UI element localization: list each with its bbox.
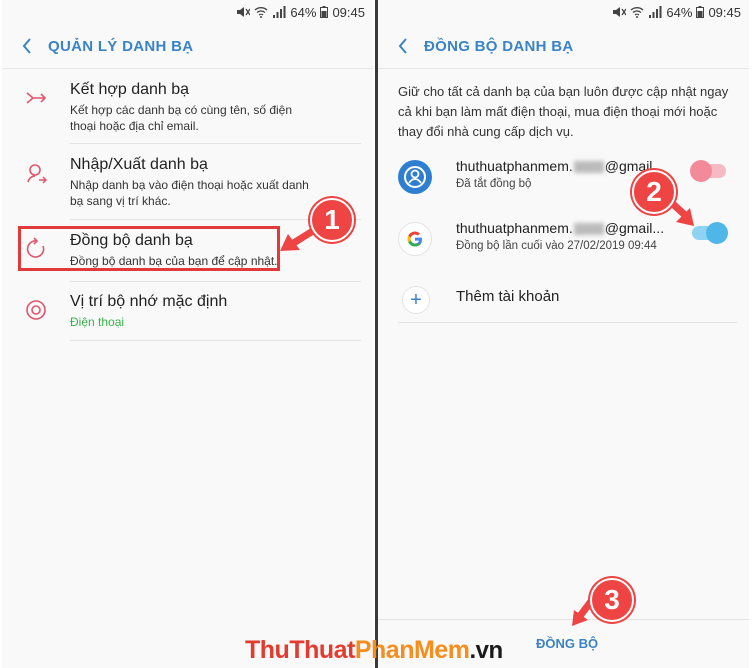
add-account-label: Thêm tài khoản xyxy=(456,288,560,305)
menu-item-title: Vị trí bộ nhớ mặc định xyxy=(70,293,228,310)
account-name-prefix: thuthuatphanmem. xyxy=(456,158,573,174)
account-name-suffix: @gmail... xyxy=(604,220,665,236)
back-button[interactable] xyxy=(394,37,412,55)
battery-percent: 64% xyxy=(666,4,693,20)
menu-item-subtitle: Nhập danh bạ vào điện thoại hoặc xuất da… xyxy=(70,178,309,208)
storage-icon xyxy=(26,300,46,320)
chevron-left-icon xyxy=(22,38,31,54)
page-title: ĐỒNG BỘ DANH BẠ xyxy=(424,37,574,55)
signal-icon xyxy=(649,6,662,18)
google-icon xyxy=(398,222,432,256)
status-bar: 64% 09:45 xyxy=(2,0,373,24)
battery-icon xyxy=(320,6,329,18)
account-name: thuthuatphanmem. @gmail... xyxy=(456,158,664,174)
toggle-knob xyxy=(706,222,728,244)
sync-description: Giữ cho tất cả danh bạ của bạn luôn được… xyxy=(398,84,729,139)
menu-item-default-storage[interactable]: Vị trí bộ nhớ mặc định Điện thoại xyxy=(2,292,373,330)
signal-icon xyxy=(273,6,286,18)
watermark-part: .vn xyxy=(469,637,503,664)
callout-badge: 2 xyxy=(632,170,676,214)
toggle-knob xyxy=(690,160,712,182)
back-button[interactable] xyxy=(18,37,36,55)
account-sync-status: Đã tắt đồng bộ xyxy=(456,178,532,190)
mute-icon xyxy=(613,7,627,17)
menu-item-import-export[interactable]: Nhập/Xuất danh bạ Nhập danh bạ vào điện … xyxy=(2,155,373,209)
callout-badge: 3 xyxy=(590,578,634,622)
status-bar: 64% 09:45 xyxy=(378,0,749,24)
menu-item-title: Nhập/Xuất danh bạ xyxy=(70,156,208,173)
watermark-part: ThuThuat xyxy=(245,636,355,664)
app-header: ĐỒNG BỘ DANH BẠ xyxy=(378,24,749,69)
battery-icon xyxy=(696,6,705,18)
clock: 09:45 xyxy=(332,4,365,20)
import-export-icon xyxy=(27,164,48,184)
divider xyxy=(70,143,361,144)
divider xyxy=(70,281,361,282)
mute-icon xyxy=(237,7,251,17)
divider xyxy=(70,340,361,341)
watermark: ThuThuatPhanMem.vn xyxy=(245,636,503,665)
account-name-prefix: thuthuatphanmem. xyxy=(456,220,573,236)
menu-item-subtitle: Kết hợp các danh bạ có cùng tên, số điện… xyxy=(70,103,293,133)
callout-badge: 1 xyxy=(310,198,354,242)
merge-icon xyxy=(26,92,47,104)
app-header: QUẢN LÝ DANH BẠ xyxy=(2,24,373,69)
plus-icon: + xyxy=(402,286,430,314)
page-title: QUẢN LÝ DANH BẠ xyxy=(48,37,194,55)
redacted-text xyxy=(573,161,604,174)
sync-contacts-screen: 64% 09:45 ĐỒNG BỘ DANH BẠ Giữ cho tất cả… xyxy=(378,0,749,668)
clock: 09:45 xyxy=(708,4,741,20)
sync-toggle-off[interactable] xyxy=(690,160,726,182)
redacted-text xyxy=(573,223,604,236)
chevron-left-icon xyxy=(398,38,407,54)
menu-item-subtitle: Điện thoại xyxy=(70,315,125,329)
battery-percent: 64% xyxy=(290,4,317,20)
contacts-manage-screen: 64% 09:45 QUẢN LÝ DANH BẠ Kết hợp danh b… xyxy=(2,0,373,668)
divider xyxy=(398,322,737,323)
wifi-icon xyxy=(630,7,644,18)
add-account-button[interactable]: + Thêm tài khoản xyxy=(378,280,749,320)
account-name: thuthuatphanmem. @gmail... xyxy=(456,220,664,236)
wifi-icon xyxy=(254,7,268,18)
menu-item-merge-contacts[interactable]: Kết hợp danh bạ Kết hợp các danh bạ có c… xyxy=(2,80,373,134)
samsung-account-icon xyxy=(398,160,432,194)
account-sync-status: Đồng bộ lần cuối vào 27/02/2019 09:44 xyxy=(456,240,657,252)
sync-button[interactable]: ĐỒNG BỘ xyxy=(536,636,598,651)
watermark-part: PhanMem xyxy=(354,636,470,664)
menu-item-title: Kết hợp danh bạ xyxy=(70,81,190,98)
highlight-box xyxy=(18,226,280,271)
